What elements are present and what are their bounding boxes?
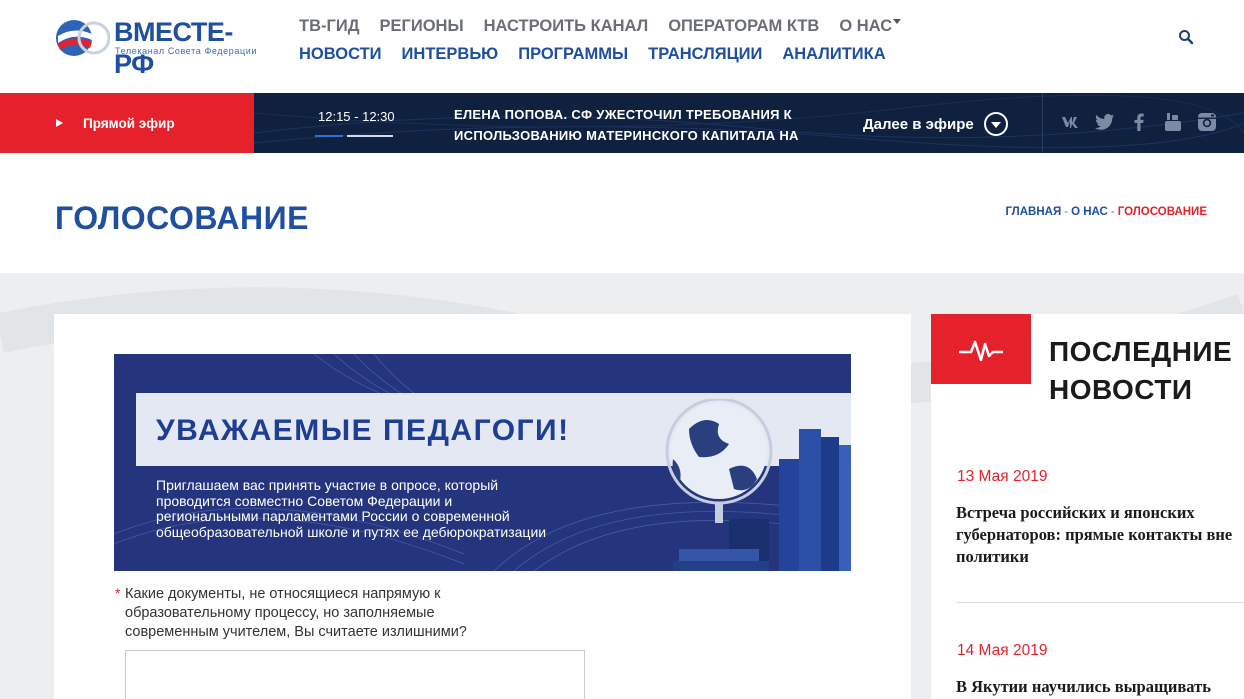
search-icon[interactable] [1178, 29, 1194, 45]
breadcrumb-separator: - [1110, 206, 1115, 218]
live-bar: Прямой эфир 12:15 - 12:30 ЕЛЕНА ПОПОВА. … [0, 93, 1244, 153]
banner-title: УВАЖАЕМЫЕ ПЕДАГОГИ! [156, 414, 570, 447]
live-progress-bar [315, 135, 393, 137]
next-on-air-button[interactable]: Далее в эфире [863, 112, 1008, 136]
news-title-link[interactable]: В Якутии научились выращивать [956, 676, 1241, 698]
social-divider [1042, 93, 1043, 153]
logo-subtitle: Телеканал Совета Федерации [115, 46, 257, 56]
nav-programs[interactable]: ПРОГРАММЫ [518, 44, 628, 64]
logo-mark-icon [56, 20, 110, 56]
main-nav: НОВОСТИ ИНТЕРВЬЮ ПРОГРАММЫ ТРАНСЛЯЦИИ АН… [299, 44, 906, 64]
site-header: ВМЕСТЕ-РФ Телеканал Совета Федерации ТВ-… [0, 0, 1244, 93]
answer-textarea[interactable] [125, 650, 585, 699]
required-mark: * [115, 585, 121, 601]
vk-icon[interactable] [1060, 111, 1082, 133]
play-icon [56, 119, 63, 127]
chevron-down-circle-icon [983, 112, 1008, 136]
breadcrumb-current: ГОЛОСОВАНИЕ [1117, 206, 1207, 218]
nav-about[interactable]: О НАС [839, 17, 892, 35]
nav-analytics[interactable]: АНАЛИТИКА [782, 44, 885, 64]
news-pulse-icon [931, 314, 1031, 384]
live-stream-label: Прямой эфир [83, 115, 175, 131]
top-nav: ТВ-ГИД РЕГИОНЫ НАСТРОИТЬ КАНАЛ ОПЕРАТОРА… [299, 16, 921, 36]
live-headline[interactable]: ЕЛЕНА ПОПОВА. СФ УЖЕСТОЧИЛ ТРЕБОВАНИЯ К … [454, 104, 814, 146]
banner-text: Приглашаем вас принять участие в опросе,… [156, 477, 547, 540]
chevron-down-icon [893, 19, 902, 25]
live-stream-button[interactable]: Прямой эфир [0, 93, 254, 153]
nav-tv-guide[interactable]: ТВ-ГИД [299, 16, 359, 36]
nav-setup-channel[interactable]: НАСТРОИТЬ КАНАЛ [484, 16, 649, 36]
facebook-icon[interactable] [1128, 111, 1150, 133]
nav-news[interactable]: НОВОСТИ [299, 44, 382, 64]
twitter-icon[interactable] [1094, 111, 1116, 133]
youtube-icon[interactable] [1162, 111, 1184, 133]
breadcrumb-separator: - [1064, 206, 1069, 218]
instagram-icon[interactable] [1196, 111, 1218, 133]
nav-operators[interactable]: ОПЕРАТОРАМ КТВ [668, 16, 819, 36]
news-date: 14 Мая 2019 [957, 642, 1048, 659]
survey-banner: УВАЖАЕМЫЕ ПЕДАГОГИ! Приглашаем вас приня… [114, 354, 851, 571]
breadcrumb-home[interactable]: ГЛАВНАЯ [1005, 206, 1061, 218]
nav-regions[interactable]: РЕГИОНЫ [379, 16, 463, 36]
nav-about-wrap[interactable]: О НАС [839, 16, 902, 36]
live-progress-fill [315, 135, 343, 137]
news-title-link[interactable]: Встреча российских и японских губернатор… [956, 502, 1241, 568]
latest-news-heading: ПОСЛЕДНИЕ НОВОСТИ [1049, 333, 1239, 409]
latest-news-heading-text: ПОСЛЕДНИЕ НОВОСТИ [1049, 336, 1233, 405]
news-divider [956, 602, 1244, 603]
nav-interviews[interactable]: ИНТЕРВЬЮ [402, 44, 499, 64]
page-title-band: ГОЛОСОВАНИЕ ГЛАВНАЯ - О НАС - ГОЛОСОВАНИЕ [0, 153, 1244, 273]
news-date: 13 Мая 2019 [957, 468, 1048, 485]
globe-books-illustration [665, 399, 851, 571]
breadcrumb-about[interactable]: О НАС [1071, 206, 1108, 218]
survey-question: Какие документы, не относящиеся напрямую… [125, 586, 467, 640]
live-progress-track [347, 135, 393, 137]
next-on-air-label: Далее в эфире [863, 115, 974, 133]
page-title: ГОЛОСОВАНИЕ [55, 200, 309, 236]
nav-broadcasts[interactable]: ТРАНСЛЯЦИИ [648, 44, 762, 64]
site-logo[interactable]: ВМЕСТЕ-РФ Телеканал Совета Федерации [54, 16, 264, 79]
breadcrumb: ГЛАВНАЯ - О НАС - ГОЛОСОВАНИЕ [1005, 206, 1207, 218]
live-time: 12:15 - 12:30 [318, 109, 395, 124]
social-links [1060, 111, 1218, 133]
